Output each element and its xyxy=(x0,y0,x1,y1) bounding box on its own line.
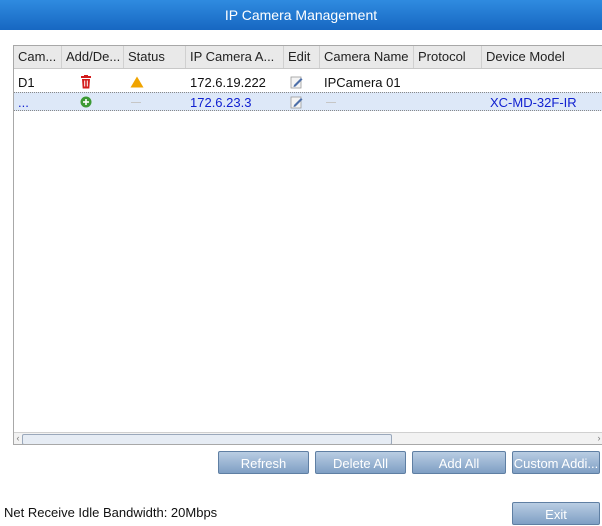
warning-icon xyxy=(130,76,144,88)
refresh-button[interactable]: Refresh xyxy=(218,451,309,474)
col-device-model[interactable]: Device Model xyxy=(482,46,602,68)
cell-cam: ... xyxy=(18,95,29,110)
table-header: Cam... Add/De... Status IP Camera A... E… xyxy=(14,46,602,69)
add-icon[interactable] xyxy=(80,96,92,108)
status-dash xyxy=(131,102,141,103)
scroll-left-arrow-icon[interactable]: ‹ xyxy=(14,433,22,444)
table-row[interactable]: D1 172.6.19.222 IPCamera 01 xyxy=(14,73,602,92)
cell-device-model: XC-MD-32F-IR xyxy=(490,95,577,110)
custom-add-button[interactable]: Custom Addi... xyxy=(512,451,600,474)
camera-name-dash xyxy=(326,102,336,103)
add-all-button[interactable]: Add All xyxy=(412,451,506,474)
delete-all-button[interactable]: Delete All xyxy=(315,451,406,474)
ip-camera-table[interactable]: Cam... Add/De... Status IP Camera A... E… xyxy=(13,45,602,445)
edit-icon[interactable] xyxy=(290,95,304,109)
cell-ip: 172.6.19.222 xyxy=(190,75,266,90)
col-camera-name[interactable]: Camera Name xyxy=(320,46,414,68)
col-cam[interactable]: Cam... xyxy=(14,46,62,68)
col-status[interactable]: Status xyxy=(124,46,186,68)
col-add-delete[interactable]: Add/De... xyxy=(62,46,124,68)
cell-camera-name: IPCamera 01 xyxy=(324,75,401,90)
scroll-right-arrow-icon[interactable]: › xyxy=(595,433,602,444)
horizontal-scrollbar[interactable]: ‹ › xyxy=(14,432,602,444)
cell-ip: 172.6.23.3 xyxy=(190,95,252,110)
col-edit[interactable]: Edit xyxy=(284,46,320,68)
bandwidth-status: Net Receive Idle Bandwidth: 20Mbps xyxy=(4,505,218,520)
col-protocol[interactable]: Protocol xyxy=(414,46,482,68)
cell-cam: D1 xyxy=(18,75,35,90)
scrollbar-thumb[interactable] xyxy=(22,434,392,444)
edit-icon[interactable] xyxy=(290,75,304,89)
delete-icon[interactable] xyxy=(80,75,92,89)
col-ip-address[interactable]: IP Camera A... xyxy=(186,46,284,68)
window-title: IP Camera Management xyxy=(0,0,602,30)
table-row[interactable]: ... 172.6.23.3 XC-MD-32F-IR xyxy=(14,92,602,111)
exit-button[interactable]: Exit xyxy=(512,502,600,525)
